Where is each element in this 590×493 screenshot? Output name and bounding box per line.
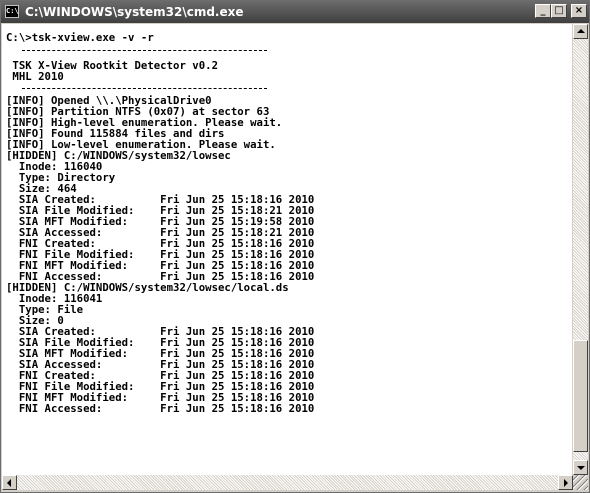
horizontal-scrollbar[interactable] xyxy=(2,475,573,490)
scroll-down-button[interactable] xyxy=(573,460,588,475)
vertical-scrollbar[interactable] xyxy=(573,24,588,475)
console-output[interactable]: C:\>tsk-xview.exe -v -r TSK X-View Rootk… xyxy=(2,24,572,475)
arrow-left-icon xyxy=(7,479,11,487)
console-line: FNI Accessed: Fri Jun 25 15:18:16 2010 xyxy=(6,402,315,415)
title-bar[interactable]: C:\ C:\WINDOWS\system32\cmd.exe _ □ × xyxy=(1,1,589,23)
minimize-button[interactable]: _ xyxy=(535,4,551,18)
console-line: C:\>tsk-xview.exe -v -r xyxy=(6,31,154,44)
arrow-right-icon xyxy=(564,479,568,487)
close-button[interactable]: × xyxy=(571,4,587,18)
separator-line xyxy=(22,50,267,51)
window-title: C:\WINDOWS\system32\cmd.exe xyxy=(25,5,244,19)
resize-grip[interactable] xyxy=(573,475,588,490)
scroll-left-button[interactable] xyxy=(2,475,17,490)
arrow-up-icon xyxy=(577,29,585,33)
console-line: MHL 2010 xyxy=(6,70,64,83)
scroll-up-button[interactable] xyxy=(573,24,588,39)
scroll-right-button[interactable] xyxy=(558,475,573,490)
separator-line xyxy=(22,88,267,89)
cmd-console-icon[interactable]: C:\ xyxy=(5,5,19,18)
maximize-button[interactable]: □ xyxy=(551,4,567,18)
arrow-down-icon xyxy=(577,466,585,470)
vertical-scroll-thumb[interactable] xyxy=(573,340,588,452)
